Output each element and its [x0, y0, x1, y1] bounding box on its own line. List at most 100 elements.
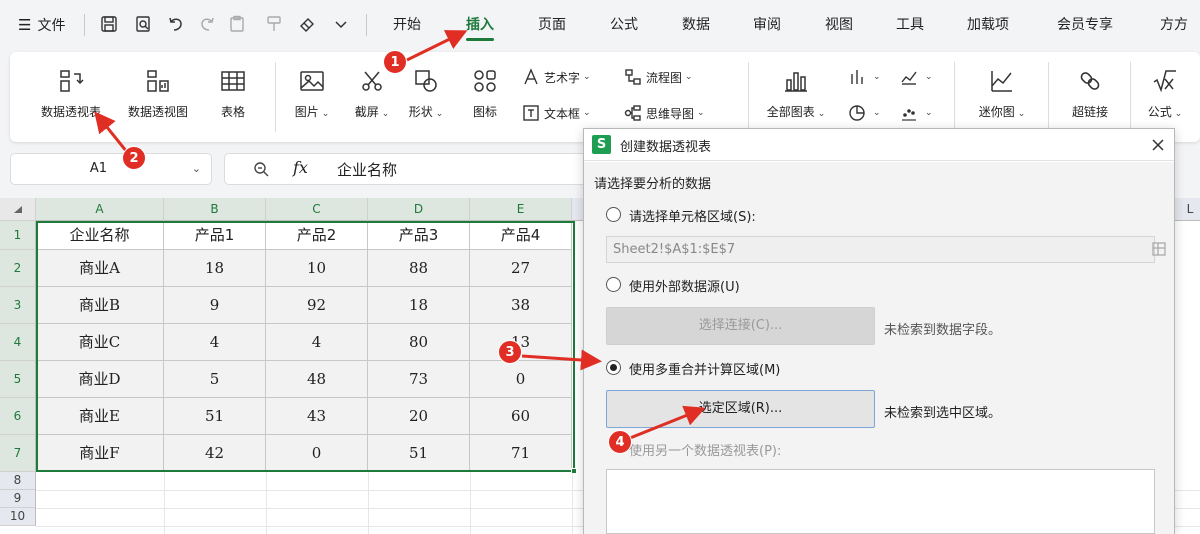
zoom-icon[interactable]: [253, 161, 269, 177]
column-header-b[interactable]: B: [164, 198, 266, 221]
redo-icon[interactable]: [196, 13, 218, 35]
radio-external-source[interactable]: [606, 277, 621, 292]
data-cell[interactable]: 38: [470, 287, 572, 324]
data-cell[interactable]: 商业F: [36, 435, 164, 472]
column-header-l[interactable]: L: [1180, 198, 1200, 221]
mindmap-button[interactable]: 思维导图 ⌄: [624, 102, 705, 124]
select-connection-button[interactable]: 选择连接(C)...: [606, 307, 875, 345]
data-cell[interactable]: 71: [470, 435, 572, 472]
data-cell[interactable]: 88: [368, 250, 470, 287]
data-cell[interactable]: 0: [266, 435, 368, 472]
header-cell[interactable]: 企业名称: [36, 221, 164, 250]
tab-page[interactable]: 页面: [538, 0, 566, 50]
name-box[interactable]: A1 ⌄: [10, 153, 212, 185]
icon-button[interactable]: 图标: [445, 68, 525, 120]
data-cell[interactable]: 73: [368, 361, 470, 398]
radio-cell-range-label[interactable]: 请选择单元格区域(S):: [629, 206, 756, 225]
select-all-corner[interactable]: [0, 198, 36, 221]
tab-member[interactable]: 会员专享: [1057, 0, 1113, 50]
data-cell[interactable]: 商业D: [36, 361, 164, 398]
select-region-button[interactable]: 选定区域(R)...: [606, 390, 875, 428]
data-cell[interactable]: 9: [164, 287, 266, 324]
art-text-button[interactable]: 艺术字 ⌄: [522, 66, 591, 88]
data-cell[interactable]: 80: [368, 324, 470, 361]
data-cell[interactable]: 商业B: [36, 287, 164, 324]
pivot-chart-button[interactable]: 数据透视图: [118, 68, 198, 120]
clipboard-icon[interactable]: [226, 13, 248, 35]
range-select-icon[interactable]: [1151, 241, 1167, 257]
header-cell[interactable]: 产品3: [368, 221, 470, 250]
tab-view[interactable]: 视图: [825, 0, 853, 50]
table-button[interactable]: 表格: [193, 68, 273, 120]
chevron-down-icon[interactable]: [330, 13, 352, 35]
data-cell[interactable]: 92: [266, 287, 368, 324]
row-header-1[interactable]: 1: [0, 221, 36, 250]
flowchart-button[interactable]: 流程图 ⌄: [624, 66, 693, 88]
column-header-c[interactable]: C: [266, 198, 368, 221]
range-input[interactable]: Sheet2!$A$1:$E$7: [606, 236, 1166, 263]
row-header-9[interactable]: 9: [0, 490, 36, 508]
header-cell[interactable]: 产品4: [470, 221, 572, 250]
data-cell[interactable]: 商业C: [36, 324, 164, 361]
row-header-6[interactable]: 6: [0, 398, 36, 435]
row-header-4[interactable]: 4: [0, 324, 36, 361]
tab-insert[interactable]: 插入: [466, 0, 494, 50]
data-cell[interactable]: 51: [368, 435, 470, 472]
column-header-e[interactable]: E: [470, 198, 572, 221]
header-cell[interactable]: 产品1: [164, 221, 266, 250]
textbox-button[interactable]: 文本框 ⌄: [522, 102, 591, 124]
row-header-5[interactable]: 5: [0, 361, 36, 398]
file-menu[interactable]: ☰ 文件: [18, 0, 65, 50]
radio-external-source-label[interactable]: 使用外部数据源(U): [629, 276, 740, 295]
tab-fangfang[interactable]: 方方: [1160, 0, 1200, 50]
data-cell[interactable]: 18: [164, 250, 266, 287]
data-cell[interactable]: 51: [164, 398, 266, 435]
tab-tools[interactable]: 工具: [896, 0, 924, 50]
fx-icon[interactable]: fx: [293, 158, 308, 177]
radio-multi-consolidation-label[interactable]: 使用多重合并计算区域(M): [629, 359, 780, 378]
data-cell[interactable]: 5: [164, 361, 266, 398]
formula-button[interactable]: 公式 ⌄: [1135, 68, 1195, 120]
close-icon[interactable]: [1148, 135, 1168, 155]
data-cell[interactable]: 27: [470, 250, 572, 287]
data-cell[interactable]: 60: [470, 398, 572, 435]
data-cell[interactable]: 20: [368, 398, 470, 435]
save-icon[interactable]: [98, 13, 120, 35]
column-header-a[interactable]: A: [36, 198, 164, 221]
radio-other-pivot-label[interactable]: 使用另一个数据透视表(P):: [629, 440, 781, 459]
data-cell[interactable]: 43: [266, 398, 368, 435]
pivot-table-button[interactable]: 数据透视表: [31, 68, 111, 120]
radio-cell-range[interactable]: [606, 207, 621, 222]
row-header-7[interactable]: 7: [0, 435, 36, 472]
chevron-down-icon[interactable]: ⌄: [192, 154, 201, 184]
row-header-3[interactable]: 3: [0, 287, 36, 324]
scatter-chart-button[interactable]: ⌄: [900, 102, 933, 124]
format-painter-icon[interactable]: [263, 13, 285, 35]
data-cell[interactable]: 商业A: [36, 250, 164, 287]
data-cell[interactable]: 18: [368, 287, 470, 324]
tab-home[interactable]: 开始: [393, 0, 421, 50]
line-chart-button[interactable]: ⌄: [900, 66, 933, 88]
data-cell[interactable]: 商业E: [36, 398, 164, 435]
data-cell[interactable]: 48: [266, 361, 368, 398]
hyperlink-button[interactable]: 超链接: [1050, 68, 1130, 120]
row-header-10[interactable]: 10: [0, 508, 36, 526]
row-header-2[interactable]: 2: [0, 250, 36, 287]
print-preview-icon[interactable]: [132, 13, 154, 35]
column-header-d[interactable]: D: [368, 198, 470, 221]
column-chart-button[interactable]: ⌄: [848, 66, 881, 88]
sparkline-button[interactable]: 迷你图 ⌄: [962, 68, 1042, 120]
data-cell[interactable]: 4: [164, 324, 266, 361]
formula-bar[interactable]: fx 企业名称: [224, 153, 604, 185]
tab-review[interactable]: 审阅: [753, 0, 781, 50]
data-cell[interactable]: 42: [164, 435, 266, 472]
row-header-8[interactable]: 8: [0, 472, 36, 490]
fill-handle[interactable]: [571, 468, 577, 474]
pie-chart-button[interactable]: ⌄: [848, 102, 881, 124]
tab-data[interactable]: 数据: [682, 0, 710, 50]
header-cell[interactable]: 产品2: [266, 221, 368, 250]
pivot-table-list[interactable]: [606, 469, 1155, 534]
undo-icon[interactable]: [165, 13, 187, 35]
data-cell[interactable]: 4: [266, 324, 368, 361]
eraser-icon[interactable]: [296, 13, 318, 35]
